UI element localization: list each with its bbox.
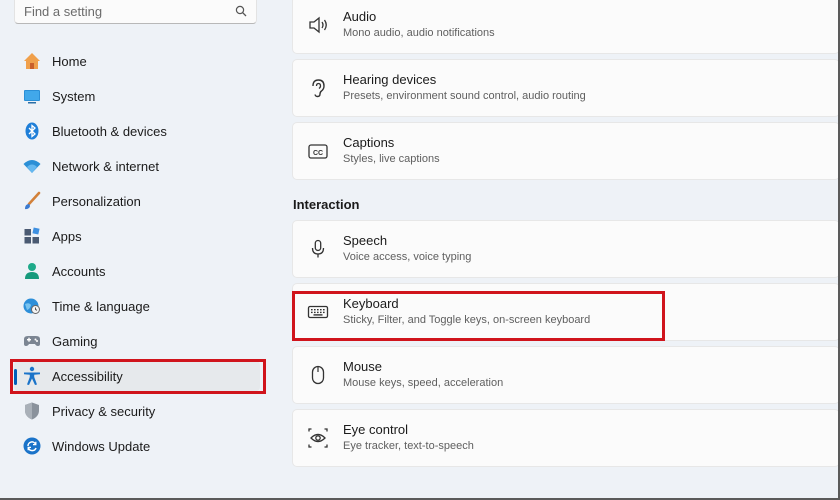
sidebar-item-label: Home: [52, 53, 87, 69]
sidebar-item-label: System: [52, 88, 96, 104]
system-monitor-icon: [21, 85, 43, 107]
sidebar-item-apps[interactable]: Apps: [14, 221, 260, 251]
sidebar-item-label: Privacy & security: [52, 403, 156, 419]
card-title: Speech: [343, 233, 388, 248]
sidebar-item-network[interactable]: Network & internet: [14, 151, 260, 181]
sidebar-item-label: Time & language: [52, 298, 150, 314]
card-title: Keyboard: [343, 296, 399, 311]
home-icon: [21, 50, 43, 72]
card-title: Captions: [343, 135, 395, 150]
sidebar-item-label: Apps: [52, 228, 82, 244]
card-title: Eye control: [343, 422, 409, 437]
sidebar-item-bluetooth[interactable]: Bluetooth & devices: [14, 116, 260, 146]
keyboard-icon: [306, 300, 330, 324]
gamepad-icon: [21, 330, 43, 352]
eye-control-icon: [306, 426, 330, 450]
sidebar-item-label: Accounts: [52, 263, 106, 279]
sidebar-item-accounts[interactable]: Accounts: [14, 256, 260, 286]
update-icon: [21, 435, 43, 457]
captions-icon: CC: [306, 139, 330, 163]
eye-control-card[interactable]: Eye control Eye tracker, text-to-speech: [292, 409, 840, 467]
interaction-section-title: Interaction: [293, 197, 360, 212]
accessibility-icon: [21, 365, 43, 387]
card-subtitle: Eye tracker, text-to-speech: [343, 440, 474, 452]
sidebar-item-home[interactable]: Home: [14, 46, 260, 76]
card-subtitle: Mono audio, audio notifications: [343, 27, 495, 39]
sidebar-item-windows-update[interactable]: Windows Update: [14, 431, 260, 461]
microphone-icon: [306, 237, 330, 261]
card-title: Mouse: [343, 359, 383, 374]
ear-icon: [306, 76, 330, 100]
sidebar-item-label: Accessibility: [52, 368, 123, 384]
audio-card[interactable]: Audio Mono audio, audio notifications: [292, 0, 840, 54]
sidebar: Find a setting Home System Bluetooth & d…: [0, 0, 275, 500]
sidebar-item-privacy-security[interactable]: Privacy & security: [14, 396, 260, 426]
speech-card[interactable]: Speech Voice access, voice typing: [292, 220, 840, 278]
card-subtitle: Voice access, voice typing: [343, 251, 472, 263]
globe-clock-icon: [21, 295, 43, 317]
sidebar-item-accessibility[interactable]: Accessibility: [14, 361, 260, 391]
card-subtitle: Mouse keys, speed, acceleration: [343, 377, 504, 389]
sidebar-item-label: Windows Update: [52, 438, 151, 454]
apps-icon: [21, 225, 43, 247]
hearing-devices-card[interactable]: Hearing devices Presets, environment sou…: [292, 59, 840, 117]
sidebar-item-label: Personalization: [52, 193, 141, 209]
sidebar-item-label: Network & internet: [52, 158, 159, 174]
keyboard-card[interactable]: Keyboard Sticky, Filter, and Toggle keys…: [292, 283, 840, 341]
sidebar-item-system[interactable]: System: [14, 81, 260, 111]
brush-icon: [21, 190, 43, 212]
mouse-icon: [306, 363, 330, 387]
search-icon[interactable]: [235, 5, 247, 17]
sidebar-item-time-language[interactable]: Time & language: [14, 291, 260, 321]
shield-icon: [21, 400, 43, 422]
wifi-icon: [21, 155, 43, 177]
svg-text:CC: CC: [313, 150, 323, 157]
card-subtitle: Sticky, Filter, and Toggle keys, on-scre…: [343, 314, 591, 326]
card-title: Hearing devices: [343, 72, 437, 87]
sidebar-item-personalization[interactable]: Personalization: [14, 186, 260, 216]
card-subtitle: Styles, live captions: [343, 153, 440, 165]
bluetooth-icon: [21, 120, 43, 142]
card-subtitle: Presets, environment sound control, audi…: [343, 90, 586, 102]
search-input[interactable]: Find a setting: [14, 0, 257, 24]
selection-indicator: [14, 369, 17, 385]
search-placeholder: Find a setting: [24, 4, 103, 19]
captions-card[interactable]: CC Captions Styles, live captions: [292, 122, 840, 180]
card-title: Audio: [343, 9, 377, 24]
mouse-card[interactable]: Mouse Mouse keys, speed, acceleration: [292, 346, 840, 404]
sidebar-item-label: Gaming: [52, 333, 98, 349]
account-icon: [21, 260, 43, 282]
sidebar-item-gaming[interactable]: Gaming: [14, 326, 260, 356]
sidebar-item-label: Bluetooth & devices: [52, 123, 167, 139]
speaker-icon: [306, 13, 330, 37]
